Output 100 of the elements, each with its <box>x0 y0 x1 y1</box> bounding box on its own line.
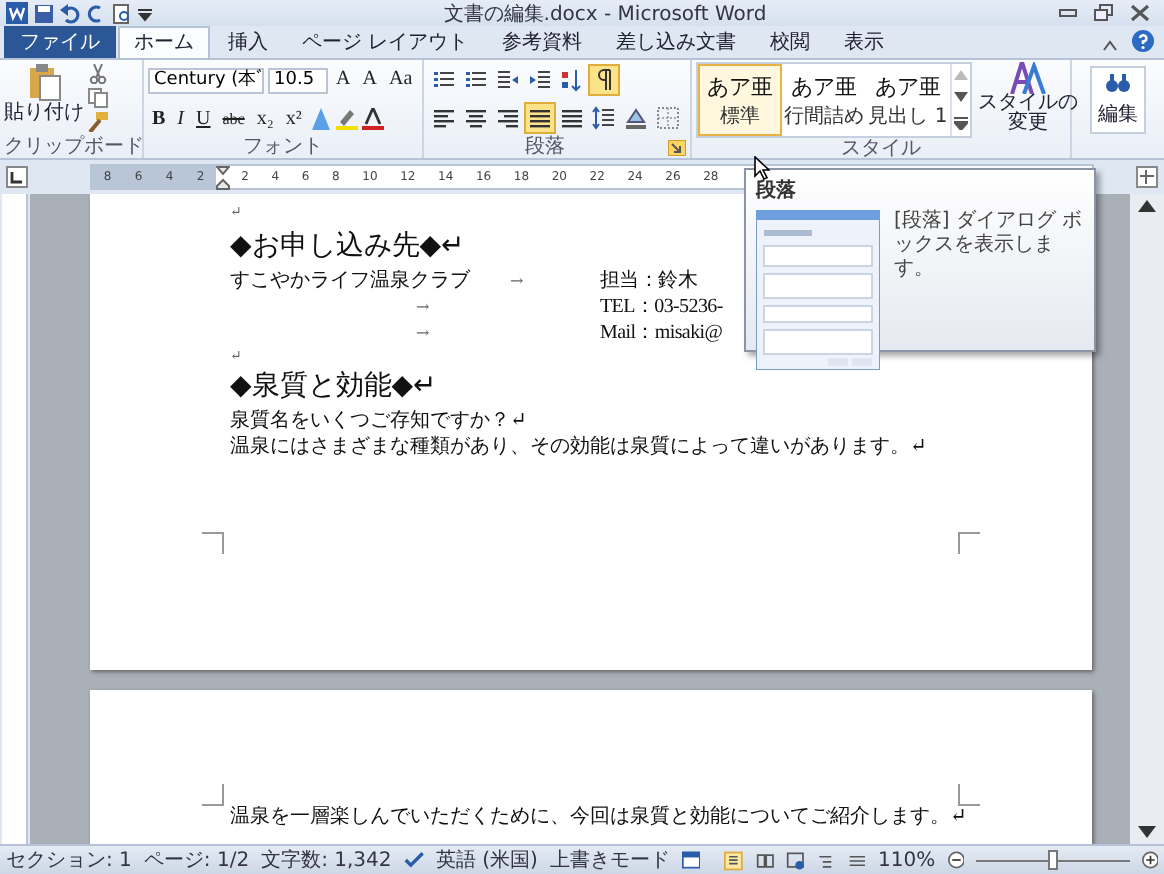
tab-mark: → <box>416 322 430 346</box>
paragraph-tool-button[interactable] <box>588 63 620 96</box>
font-tool-button[interactable]: I <box>173 107 189 131</box>
binoculars-icon <box>1104 72 1132 96</box>
scroll-down-icon[interactable] <box>954 92 968 103</box>
style-item[interactable]: あア亜 標準 <box>698 64 782 136</box>
dialog-launcher-icon[interactable] <box>668 140 686 156</box>
letters-icon <box>1010 62 1046 94</box>
view-ruler-icon[interactable] <box>1136 166 1158 188</box>
shading-icon <box>624 106 648 131</box>
body-text: すこやかライフ温泉クラブ <box>230 268 470 294</box>
redo-icon[interactable] <box>86 3 106 23</box>
font-tool-button[interactable]: A <box>332 68 355 92</box>
font-tool-button[interactable]: x² <box>281 107 306 131</box>
text-effect-icon[interactable] <box>309 108 332 130</box>
distribute-icon <box>560 106 584 131</box>
status-item[interactable]: ページ: 1/2 <box>143 846 250 874</box>
body-text: 温泉を一層楽しんでいただくために、今回は泉質と効能についてご紹介します。↵ <box>230 804 967 830</box>
paragraph-tool-button[interactable] <box>524 102 556 135</box>
paste-button[interactable]: 貼り付け <box>4 62 84 136</box>
ribbon-tab[interactable]: 挿入 <box>212 26 284 58</box>
ribbon-tab[interactable]: 校閲 <box>754 26 827 58</box>
tab-selector-icon[interactable] <box>6 166 28 188</box>
word-icon[interactable] <box>6 2 28 24</box>
font-size-field[interactable]: 10.5 <box>268 67 328 93</box>
font-tool-button[interactable]: Aa <box>384 68 417 92</box>
ribbon-tab[interactable]: ページ レイアウト <box>286 26 485 58</box>
body-text: 温泉にはさまざまな種類があり、その効能は泉質によって違いがあります。↵ <box>230 434 927 460</box>
align-left-icon <box>432 106 456 131</box>
justify-icon <box>528 106 552 131</box>
font-color-icon[interactable] <box>361 108 384 130</box>
group-label: クリップボード <box>4 136 138 158</box>
clipboard-icon <box>24 62 64 102</box>
status-item[interactable]: セクション: 1 <box>6 846 132 874</box>
borders-icon <box>656 106 680 131</box>
font-tool-button[interactable]: x₂ <box>252 107 278 131</box>
restore-icon[interactable] <box>1094 4 1114 22</box>
sort-icon <box>560 67 584 92</box>
copy-icon[interactable] <box>88 88 108 108</box>
decrease-indent-icon <box>496 67 520 92</box>
body-text: 担当：鈴木 <box>600 268 698 294</box>
font-tool-button[interactable]: B <box>148 107 170 131</box>
undo-icon[interactable] <box>60 3 80 23</box>
paragraph-tool-button[interactable] <box>588 102 620 135</box>
increase-indent-icon <box>528 67 552 92</box>
zoom-level[interactable]: 110% <box>878 849 936 871</box>
bulleted-list-icon <box>432 67 456 92</box>
insert-mode-status[interactable]: 上書きモード <box>549 846 670 874</box>
numbered-list-icon <box>464 67 488 92</box>
line-spacing-icon <box>592 106 616 131</box>
language-status[interactable]: 英語 (米国) <box>435 846 538 874</box>
ribbon-tab[interactable]: 表示 <box>828 26 901 58</box>
collapse-ribbon-icon[interactable] <box>1102 40 1118 52</box>
web-layout-view-icon[interactable] <box>785 849 805 871</box>
reading-view-icon[interactable] <box>755 849 774 871</box>
highlighter-icon[interactable] <box>335 108 358 130</box>
group-label: 段落 <box>523 136 567 158</box>
zoom-slider-thumb[interactable] <box>1048 849 1059 869</box>
group-label: スタイル <box>839 138 923 158</box>
tab-mark: → <box>510 270 524 294</box>
tab-mark: → <box>416 296 430 320</box>
indent-marker-icon[interactable] <box>216 165 230 189</box>
print-layout-view-icon[interactable] <box>724 849 744 871</box>
section-heading: ◆泉質と効能◆↵ <box>230 368 437 406</box>
style-item[interactable]: あア亜 行間詰め <box>782 64 866 136</box>
tooltip-text: [段落] ダイアログ ボックスを表示します。 <box>894 210 1084 284</box>
ribbon-tab[interactable]: 差し込み文書 <box>600 26 753 58</box>
mouse-pointer-icon <box>754 156 770 180</box>
window-title: 文書の編集.docx - Microsoft Word <box>441 1 769 27</box>
font-tool-button[interactable]: U <box>192 107 215 131</box>
zoom-in-icon[interactable] <box>1141 850 1159 870</box>
body-text: TEL：03-5236- <box>600 294 723 320</box>
scroll-down-icon[interactable] <box>1138 826 1156 838</box>
save-icon[interactable] <box>34 3 54 23</box>
align-center-icon <box>464 106 488 131</box>
customize-menu-icon[interactable] <box>138 3 152 23</box>
help-icon[interactable] <box>1132 30 1154 52</box>
ribbon-tab[interactable]: 参考資料 <box>486 26 599 58</box>
font-tool-button[interactable]: abc <box>218 107 249 131</box>
macro-record-icon[interactable] <box>681 850 701 870</box>
ribbon-tab[interactable]: ホーム <box>118 26 210 58</box>
format-painter-icon[interactable] <box>88 112 108 132</box>
zoom-out-icon[interactable] <box>947 850 965 870</box>
style-item[interactable]: あア亜 見出し 1 <box>866 64 950 136</box>
pilcrow-icon <box>592 67 616 92</box>
close-icon[interactable] <box>1130 4 1150 22</box>
cut-icon[interactable] <box>88 64 108 84</box>
scroll-up-icon[interactable] <box>1138 200 1156 212</box>
proofing-check-icon[interactable] <box>403 850 424 870</box>
status-item[interactable]: 文字数: 1,342 <box>261 846 392 874</box>
font-tool-button[interactable]: A <box>358 68 381 92</box>
print-preview-icon[interactable] <box>112 3 132 23</box>
minimize-icon[interactable] <box>1058 4 1078 20</box>
more-icon[interactable] <box>954 115 968 130</box>
ribbon-tab[interactable]: ファイル <box>4 26 116 58</box>
editing-button[interactable]: 編集 <box>1090 66 1146 134</box>
font-name-field[interactable]: Century (本ﾞ <box>148 67 264 93</box>
align-right-icon <box>496 106 520 131</box>
body-text: Mail：misaki@ <box>600 320 723 346</box>
change-styles-button[interactable]: スタイルの変更 <box>976 62 1080 138</box>
